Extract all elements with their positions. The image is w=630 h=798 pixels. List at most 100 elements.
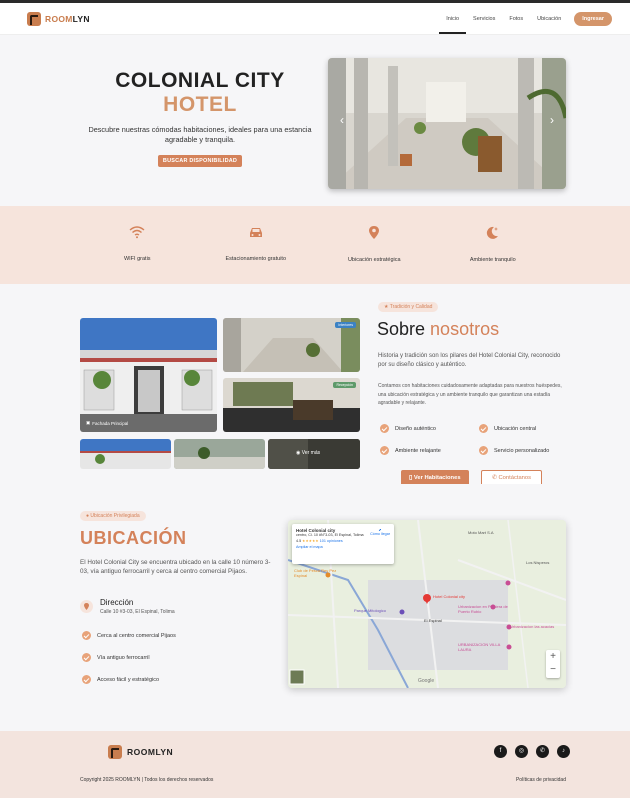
login-button[interactable]: Ingresar: [574, 11, 612, 26]
about-badge: ★ Tradición y Calidad: [378, 302, 439, 312]
gallery-main-photo[interactable]: ▣ Fachada Principal: [80, 318, 217, 432]
check-icon: [82, 631, 91, 640]
embedded-map[interactable]: Hotel Colonial city centro, Cl. 10 #N°3-…: [288, 520, 566, 688]
carousel-prev-icon[interactable]: ‹: [340, 113, 344, 127]
top-nav: ROOMLYN Inicio Servicios Fotos Ubicación…: [0, 3, 630, 35]
gallery-view-more[interactable]: ◉ Ver más: [268, 439, 360, 469]
google-logo: Google: [418, 678, 435, 684]
map-reviews-link[interactable]: 101 opiniones: [320, 539, 343, 543]
location-description: El Hotel Colonial City se encuentra ubic…: [80, 559, 271, 576]
check-icon: [479, 424, 488, 433]
hero-title-line1: COLONIAL CITY: [115, 69, 285, 92]
map-label-puerto-rubio: Urbanizacion en Pradera de Puerto Rubio: [458, 604, 508, 614]
eye-icon: ◉: [296, 450, 301, 456]
feature-wifi: WIFI gratis: [82, 225, 192, 265]
feature-parking: Estacionamiento gratuito: [201, 225, 311, 265]
carousel-next-icon[interactable]: ›: [550, 113, 554, 127]
car-icon: [249, 228, 262, 237]
phone-icon: ✆: [492, 475, 497, 481]
address-title: Dirección: [100, 598, 134, 607]
loc-item-2: Vía antiguo ferrocarril: [82, 653, 150, 662]
zoom-in-icon[interactable]: +: [546, 650, 560, 663]
privacy-link[interactable]: Políticas de privacidad: [516, 777, 566, 783]
loc-item-3: Acceso fácil y estratégico: [82, 675, 159, 684]
door-icon: ▯: [409, 475, 413, 481]
map-zoom-controls[interactable]: + −: [546, 650, 560, 678]
feature-parking-label: Estacionamiento gratuito: [225, 256, 287, 262]
nav-inicio[interactable]: Inicio: [439, 10, 466, 34]
about-paragraph-1: Historia y tradición son los pilares del…: [378, 353, 561, 368]
feature-location-label: Ubicación estratégica: [347, 256, 401, 263]
check-diseno: Diseño auténtico: [380, 424, 436, 433]
gallery-reception-photo[interactable]: Recepción: [223, 378, 360, 432]
nav-menu: Inicio Servicios Fotos Ubicación Ingresa…: [439, 10, 612, 34]
nav-fotos[interactable]: Fotos: [502, 10, 530, 28]
hotel-corridor-image: [328, 58, 566, 189]
instagram-icon[interactable]: ◎: [515, 745, 528, 758]
about-section: ▣ Fachada Principal Interiores Recepción …: [0, 284, 630, 486]
gallery-tag-recepcion: Recepción: [333, 382, 356, 388]
map-label-espinal: El Espinal: [424, 618, 442, 623]
map-directions[interactable]: ⬈ Cómo llegar: [370, 528, 390, 536]
gallery-thumb-2[interactable]: [174, 439, 265, 469]
facebook-icon[interactable]: f: [494, 745, 507, 758]
feature-quiet-label: Ambiente tranquilo: [469, 256, 516, 263]
feature-wifi-label: WIFI gratis: [123, 256, 151, 262]
zoom-out-icon[interactable]: −: [546, 663, 560, 676]
map-pin-icon: [369, 225, 380, 239]
map-label-motomart: Moto Mart S.A: [468, 530, 494, 535]
footer-logo-icon: [108, 745, 122, 759]
gallery-interior-photo[interactable]: Interiores: [223, 318, 360, 372]
feature-location: Ubicación estratégica: [319, 225, 429, 266]
brand-second: LYN: [72, 13, 90, 24]
map-label-hotel: Hotel Colonial city: [433, 594, 466, 599]
facade-image: [80, 318, 217, 432]
whatsapp-icon[interactable]: ✆: [536, 745, 549, 758]
tiktok-icon[interactable]: ♪: [557, 745, 570, 758]
check-ambiente: Ambiente relajante: [380, 446, 441, 455]
check-icon: [380, 446, 389, 455]
gallery-tag-interiores: Interiores: [335, 322, 356, 328]
hero-carousel[interactable]: ‹ ›: [328, 58, 566, 189]
hero-text: COLONIAL CITY HOTEL Descubre nuestras có…: [80, 69, 320, 168]
map-info-card: Hotel Colonial city centro, Cl. 10 #N°3-…: [292, 524, 394, 564]
thumb-1-image: [80, 439, 171, 469]
wifi-icon: [129, 226, 145, 239]
hero-description: Descubre nuestras cómodas habitaciones, …: [88, 125, 312, 145]
hero-title-line2: HOTEL: [163, 93, 237, 116]
location-section: ● Ubicación Privilegiada UBICACIÓN El Ho…: [0, 484, 630, 731]
social-links: f ◎ ✆ ♪: [494, 745, 570, 758]
footer-logo[interactable]: ROOMLYN: [108, 745, 173, 759]
check-icon: [479, 446, 488, 455]
map-label-club-pesca: Club de Pesca Rey Pez Espinal: [294, 568, 337, 578]
address-block: Dirección Calle 10 #3-03, El Espinal, To…: [80, 598, 175, 615]
check-icon: [82, 653, 91, 662]
map-label-acacias: Urbanizacion las acacias: [510, 624, 555, 629]
moon-icon: [487, 226, 499, 239]
location-badge: ● Ubicación Privilegiada: [80, 511, 146, 521]
loc-item-1: Cerca al centro comercial Pijaos: [82, 631, 176, 640]
map-enlarge-link[interactable]: Ampliar el mapa: [296, 545, 390, 549]
about-paragraph-2: Contamos con habitaciones cuidadosamente…: [378, 383, 562, 406]
logo-icon: [27, 11, 41, 26]
hero-section: COLONIAL CITY HOTEL Descubre nuestras có…: [0, 35, 630, 206]
nav-ubicacion[interactable]: Ubicación: [530, 10, 568, 28]
thumb-2-image: [174, 439, 265, 469]
star-rating-icon: ★★★★★: [302, 539, 319, 543]
brand-logo[interactable]: ROOMLYN: [27, 11, 90, 26]
map-label-villa-laura: URBANIZACION VILLA LAURA: [458, 642, 501, 652]
check-ubicacion: Ubicación central: [479, 424, 536, 433]
building-icon: ▣: [86, 420, 91, 425]
nav-servicios[interactable]: Servicios: [466, 10, 502, 28]
site-footer: ROOMLYN f ◎ ✆ ♪ Copyright 2025 ROOMLYN |…: [0, 731, 630, 798]
view-more-label: Ver más: [301, 450, 321, 456]
address-pin-icon: [80, 600, 93, 613]
search-availability-button[interactable]: BUSCAR DISPONIBILIDAD: [157, 155, 243, 168]
gallery-main-label: ▣ Fachada Principal: [86, 420, 129, 426]
check-icon: [380, 424, 389, 433]
gallery-thumb-1[interactable]: [80, 439, 171, 469]
map-label-parque: Parque Mitologico: [354, 608, 387, 613]
about-title: Sobre nosotros: [377, 319, 500, 339]
check-servicio: Servicio personalizado: [479, 446, 549, 455]
map-label-nisperos: Los Nisperos: [526, 560, 550, 565]
